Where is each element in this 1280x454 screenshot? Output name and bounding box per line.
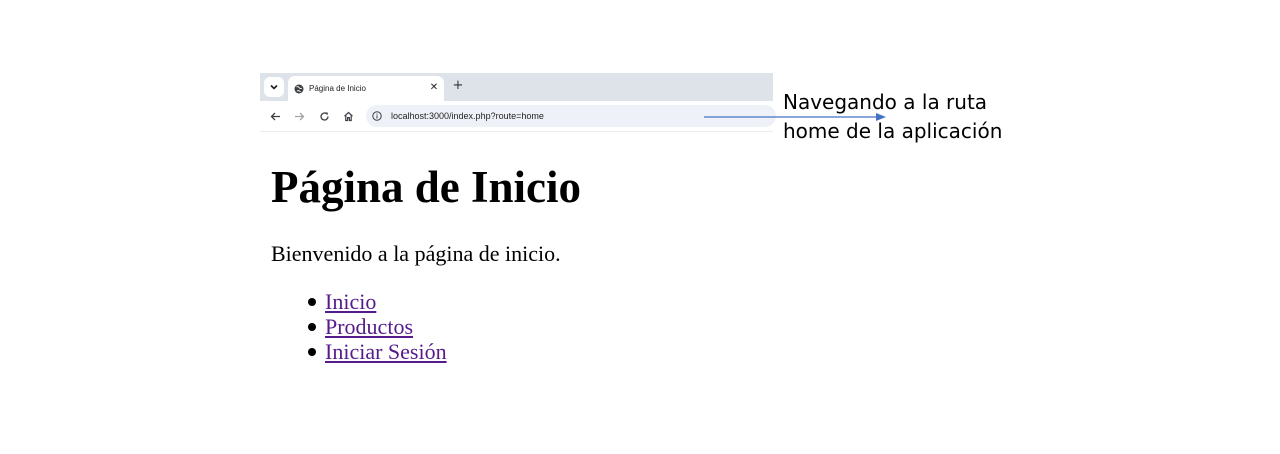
tab-title: Página de Inicio [309, 84, 366, 93]
page-title: Página de Inicio [271, 162, 582, 212]
home-button[interactable] [341, 109, 355, 123]
bullet-icon [308, 323, 316, 331]
link-inicio[interactable]: Inicio [325, 289, 376, 314]
annotation-line-2: home de la aplicación [783, 119, 1003, 143]
bullet-icon [308, 298, 316, 306]
annotation-line-1: Navegando a la ruta [783, 90, 988, 114]
link-iniciar-sesion[interactable]: Iniciar Sesión [325, 339, 447, 364]
globe-icon [294, 84, 304, 94]
url-text[interactable]: localhost:3000/index.php?route=home [391, 109, 544, 123]
browser-tab[interactable]: Página de Inicio ✕ [288, 76, 444, 101]
reload-icon [319, 111, 329, 121]
forward-arrow-icon [294, 112, 304, 120]
new-tab-button[interactable]: + [451, 79, 465, 93]
back-arrow-icon [270, 112, 280, 120]
bullet-icon [308, 348, 316, 356]
back-button[interactable] [268, 109, 282, 123]
link-productos[interactable]: Productos [325, 314, 413, 339]
close-tab-icon[interactable]: ✕ [428, 82, 440, 94]
reload-button[interactable] [317, 109, 331, 123]
info-icon[interactable] [372, 111, 382, 121]
chevron-down-icon [270, 84, 278, 90]
annotation-callout: Navegando a la ruta home de la aplicació… [783, 88, 1043, 146]
home-icon [343, 111, 353, 121]
forward-button[interactable] [292, 109, 306, 123]
tab-search-button[interactable] [264, 77, 284, 97]
intro-text: Bienvenido a la página de inicio. [271, 241, 561, 266]
tab-strip: Página de Inicio ✕ + [260, 73, 773, 101]
